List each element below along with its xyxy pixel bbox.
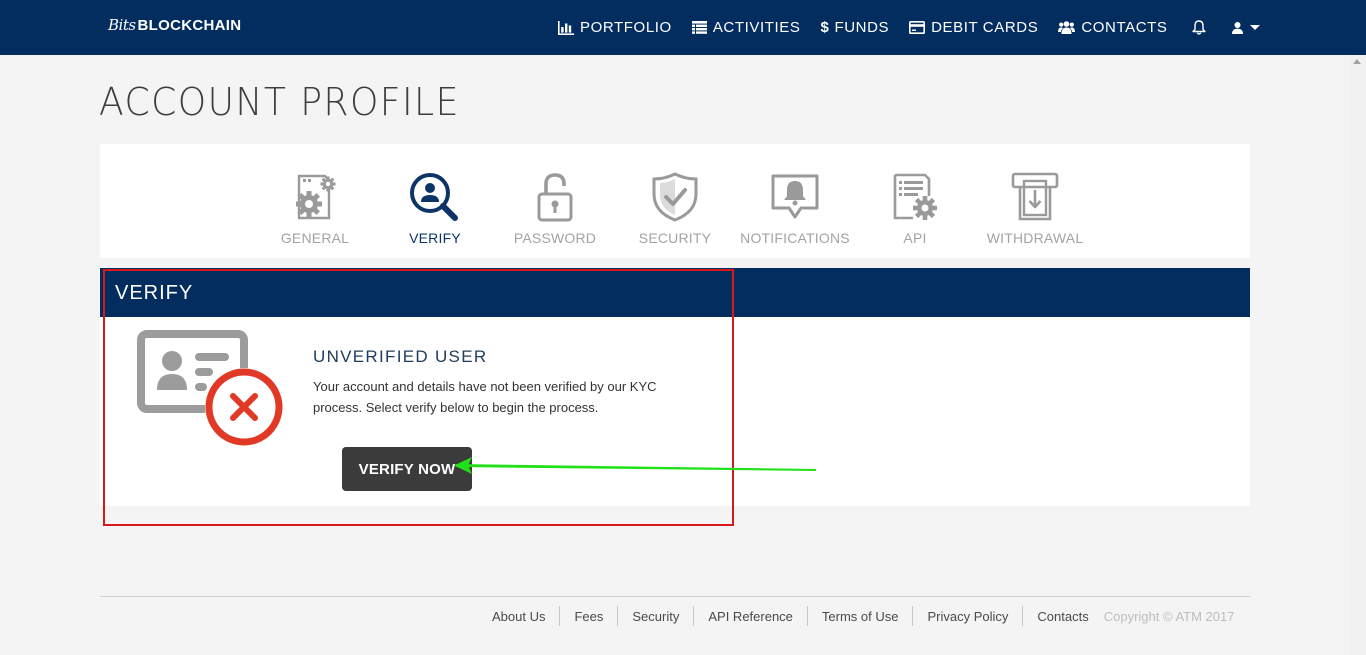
atm-withdrawal-icon — [1011, 172, 1059, 221]
list-icon — [691, 21, 707, 34]
nav-menu: PORTFOLIO ACTIVITIES $ FUNDS DEBIT CARDS… — [558, 0, 1260, 55]
shield-check-icon — [652, 172, 698, 222]
padlock-icon — [537, 173, 573, 222]
nav-label-funds: FUNDS — [834, 19, 890, 36]
nav-label-portfolio: PORTFOLIO — [580, 19, 672, 36]
tab-password[interactable]: PASSWORD — [495, 172, 615, 246]
top-navbar: Bits BLOCKCHAIN PORTFOLIO ACTIVITIES $ F… — [0, 0, 1366, 55]
page-scrollbar[interactable] — [1349, 55, 1366, 655]
footer-link-security[interactable]: Security — [618, 609, 693, 624]
credit-card-icon — [909, 21, 926, 34]
tab-security-label: SECURITY — [638, 230, 712, 246]
verify-now-button[interactable]: VERIFY NOW — [342, 447, 472, 491]
profile-tabs: GENERAL VERIFY PASSWORD SECURITY NOTIFIC… — [100, 144, 1250, 258]
nav-label-debit-cards: DEBIT CARDS — [931, 19, 1039, 36]
user-menu-button[interactable] — [1231, 21, 1260, 34]
chevron-down-icon — [1249, 25, 1260, 30]
footer-link-contacts[interactable]: Contacts — [1023, 609, 1102, 624]
brand-name: BLOCKCHAIN — [137, 17, 242, 34]
tab-notifications[interactable]: NOTIFICATIONS — [735, 172, 855, 246]
tab-verify[interactable]: VERIFY — [375, 172, 495, 246]
bar-chart-icon — [558, 20, 574, 35]
footer-link-about[interactable]: About Us — [478, 609, 559, 624]
tab-notifications-label: NOTIFICATIONS — [740, 230, 850, 246]
nav-label-contacts: CONTACTS — [1081, 19, 1168, 36]
page-title: ACCOUNT PROFILE — [99, 80, 460, 124]
scroll-up-icon[interactable] — [1353, 59, 1361, 64]
nav-item-contacts[interactable]: CONTACTS — [1058, 19, 1167, 36]
gears-document-icon — [296, 174, 336, 220]
tab-password-label: PASSWORD — [513, 230, 597, 246]
footer-link-terms[interactable]: Terms of Use — [808, 609, 913, 624]
nav-item-portfolio[interactable]: PORTFOLIO — [558, 19, 672, 36]
copyright-text: Copyright © ATM 2017 — [1103, 608, 1235, 624]
tab-verify-label: VERIFY — [409, 230, 461, 246]
nav-item-activities[interactable]: ACTIVITIES — [691, 19, 801, 36]
tab-withdrawal-label: WITHDRAWAL — [986, 230, 1084, 246]
tab-general[interactable]: GENERAL — [255, 172, 375, 246]
tab-api-label: API — [903, 230, 927, 246]
footer-links: About Us Fees Security API Reference Ter… — [478, 606, 1234, 626]
verify-panel-title: VERIFY — [115, 282, 194, 304]
tab-withdrawal[interactable]: WITHDRAWAL — [975, 172, 1095, 246]
verification-status-text: Your account and details have not been v… — [313, 379, 657, 415]
tab-api[interactable]: API — [855, 172, 975, 246]
footer-link-api-reference[interactable]: API Reference — [694, 609, 807, 624]
document-gear-icon — [893, 173, 937, 220]
bell-chat-icon — [771, 174, 819, 219]
tab-general-label: GENERAL — [280, 230, 350, 246]
footer-divider — [100, 596, 1250, 597]
footer-link-privacy[interactable]: Privacy Policy — [913, 609, 1022, 624]
tab-security[interactable]: SECURITY — [615, 172, 735, 246]
brand-script: Bits — [108, 16, 136, 34]
nav-label-activities: ACTIVITIES — [712, 19, 801, 36]
user-icon — [1231, 21, 1243, 34]
unverified-id-card-icon — [137, 330, 283, 446]
verify-panel-header: VERIFY — [100, 268, 1250, 317]
verification-status-title: UNVERIFIED USER — [313, 347, 488, 366]
user-search-icon — [410, 173, 458, 221]
nav-item-funds[interactable]: $ FUNDS — [821, 19, 890, 36]
footer-link-fees[interactable]: Fees — [560, 609, 617, 624]
dollar-icon: $ — [820, 19, 830, 36]
brand-logo[interactable]: Bits BLOCKCHAIN — [108, 16, 241, 34]
notifications-button[interactable] — [1191, 20, 1206, 35]
bell-icon — [1191, 20, 1206, 35]
users-icon — [1058, 21, 1076, 34]
nav-item-debit-cards[interactable]: DEBIT CARDS — [909, 19, 1038, 36]
